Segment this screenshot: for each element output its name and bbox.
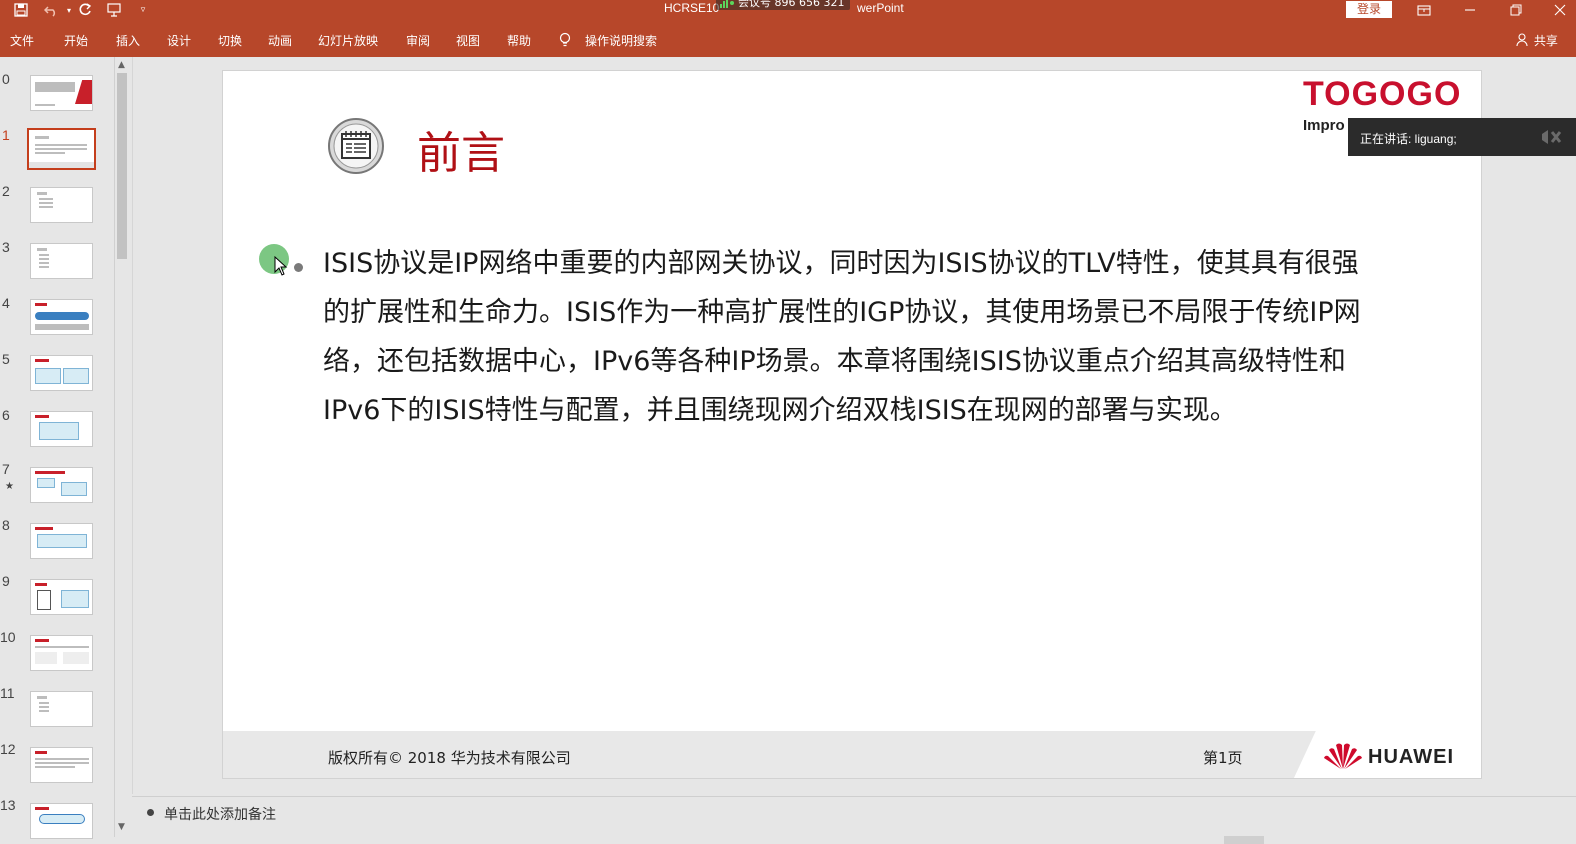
- meeting-number: 会议号 896 656 321: [738, 0, 845, 9]
- thumb-number: 4: [2, 295, 10, 311]
- scroll-up-icon[interactable]: ▲: [115, 59, 128, 72]
- thumb-number: 2: [2, 183, 10, 199]
- thumb-number: 10: [0, 629, 16, 645]
- share-button[interactable]: 共享: [1516, 32, 1558, 49]
- present-from-start-icon[interactable]: [104, 1, 126, 19]
- notes-pane[interactable]: 单击此处添加备注: [132, 796, 1576, 844]
- mouse-pointer-icon: [274, 256, 288, 276]
- huawei-logo-icon: [1324, 743, 1362, 769]
- customize-toolbar-icon[interactable]: ▿: [132, 1, 154, 19]
- slide-thumbnail-9[interactable]: [30, 579, 93, 615]
- thumb-number: 12: [0, 741, 16, 757]
- slide-body-text[interactable]: ISIS协议是IP网络中重要的内部网关协议，同时因为ISIS协议的TLV特性，使…: [323, 239, 1383, 435]
- slide-thumbnail-8[interactable]: [30, 523, 93, 559]
- thumb-number: 11: [0, 685, 15, 701]
- minimize-icon[interactable]: [1450, 0, 1490, 20]
- huawei-brand: HUAWEI: [1368, 746, 1454, 768]
- slide-thumbnail-2[interactable]: [30, 187, 93, 223]
- redo-icon[interactable]: [74, 1, 96, 19]
- tell-me-search[interactable]: 操作说明搜索: [585, 32, 657, 49]
- slide-thumbnail-pane: 0 1 2 3 4 5 6 7 ★ 8 9 10 11 12 13: [0, 57, 112, 844]
- animation-star-icon: ★: [5, 481, 14, 492]
- status-bar-fragment: [1224, 836, 1264, 844]
- slide-thumbnail-7[interactable]: [30, 467, 93, 503]
- slide-footer: 版权所有© 2018 华为技术有限公司 第1页 HUAWEI: [223, 731, 1481, 778]
- slide-thumbnail-5[interactable]: [30, 355, 93, 391]
- document-icon: [328, 118, 384, 174]
- login-button[interactable]: 登录: [1346, 1, 1392, 18]
- meeting-badge: 会议号 896 656 321: [716, 0, 851, 10]
- tab-review[interactable]: 审阅: [406, 32, 430, 49]
- share-label: 共享: [1533, 34, 1558, 48]
- tab-home[interactable]: 开始: [64, 32, 88, 49]
- close-icon[interactable]: [1540, 0, 1576, 20]
- signal-icon: [720, 0, 734, 8]
- slide-thumbnail-11[interactable]: [30, 691, 93, 727]
- person-icon: [1516, 33, 1528, 47]
- slide-thumbnail-13[interactable]: [30, 803, 93, 839]
- tab-view[interactable]: 视图: [456, 32, 480, 49]
- tab-help[interactable]: 帮助: [507, 32, 531, 49]
- speaker-text: 正在讲话: liguang;: [1360, 132, 1457, 146]
- active-speaker-overlay: 正在讲话: liguang;: [1348, 118, 1576, 156]
- slide-thumbnail-1[interactable]: [27, 128, 96, 170]
- speaker-volume-icon: [1542, 130, 1562, 144]
- scrollbar-thumb[interactable]: [117, 73, 127, 259]
- copyright-text: 版权所有© 2018 华为技术有限公司: [328, 749, 571, 767]
- thumb-number: 6: [2, 407, 10, 423]
- tab-slideshow[interactable]: 幻灯片放映: [318, 32, 378, 49]
- app-name-tail: werPoint: [857, 1, 904, 15]
- restore-icon[interactable]: [1496, 0, 1536, 20]
- logo-subtitle: Impro: [1303, 117, 1345, 134]
- ribbon-tabs: 文件 开始 插入 设计 切换 动画 幻灯片放映 审阅 视图 帮助 操作说明搜索 …: [0, 20, 1576, 57]
- bullet-marker: [294, 263, 303, 272]
- slide-thumbnail-12[interactable]: [30, 747, 93, 783]
- thumb-number: 9: [2, 573, 10, 589]
- thumbnail-scrollbar[interactable]: ▲ ▼: [114, 57, 128, 837]
- thumb-number: 0: [2, 71, 10, 87]
- slide-thumbnail-3[interactable]: [30, 243, 93, 279]
- tab-design[interactable]: 设计: [167, 32, 191, 49]
- slide-thumbnail-6[interactable]: [30, 411, 93, 447]
- thumb-number: 7: [2, 461, 10, 477]
- lightbulb-icon: [559, 32, 571, 47]
- current-slide[interactable]: 前言 TOGOGO Impro ISIS协议是IP网络中重要的内部网关协议，同时…: [222, 70, 1482, 779]
- tab-animations[interactable]: 动画: [268, 32, 292, 49]
- scroll-down-icon[interactable]: ▼: [115, 821, 128, 834]
- title-bar: ▾ ▿ HCRSE10 会议号 896 656 321 werPoint 登录: [0, 0, 1576, 20]
- togogo-logo: TOGOGO: [1303, 75, 1462, 113]
- thumb-number: 5: [2, 351, 10, 367]
- thumb-number: 13: [0, 797, 16, 813]
- notes-placeholder[interactable]: 单击此处添加备注: [164, 804, 276, 824]
- thumb-number: 3: [2, 239, 10, 255]
- thumb-number: 8: [2, 517, 10, 533]
- ribbon-display-options-icon[interactable]: [1404, 0, 1444, 20]
- tab-transitions[interactable]: 切换: [218, 32, 242, 49]
- save-icon[interactable]: [10, 1, 32, 19]
- notes-bullet: [147, 809, 154, 816]
- powerpoint-window: ▾ ▿ HCRSE10 会议号 896 656 321 werPoint 登录 …: [0, 0, 1576, 844]
- thumb-number: 1: [2, 127, 10, 143]
- tab-file[interactable]: 文件: [10, 32, 34, 49]
- slide-title[interactable]: 前言: [417, 117, 505, 181]
- slide-thumbnail-0[interactable]: [30, 75, 93, 111]
- slide-thumbnail-10[interactable]: [30, 635, 93, 671]
- tab-insert[interactable]: 插入: [116, 32, 140, 49]
- page-number: 第1页: [1203, 749, 1243, 767]
- slide-thumbnail-4[interactable]: [30, 299, 93, 335]
- document-title: HCRSE10: [664, 1, 720, 15]
